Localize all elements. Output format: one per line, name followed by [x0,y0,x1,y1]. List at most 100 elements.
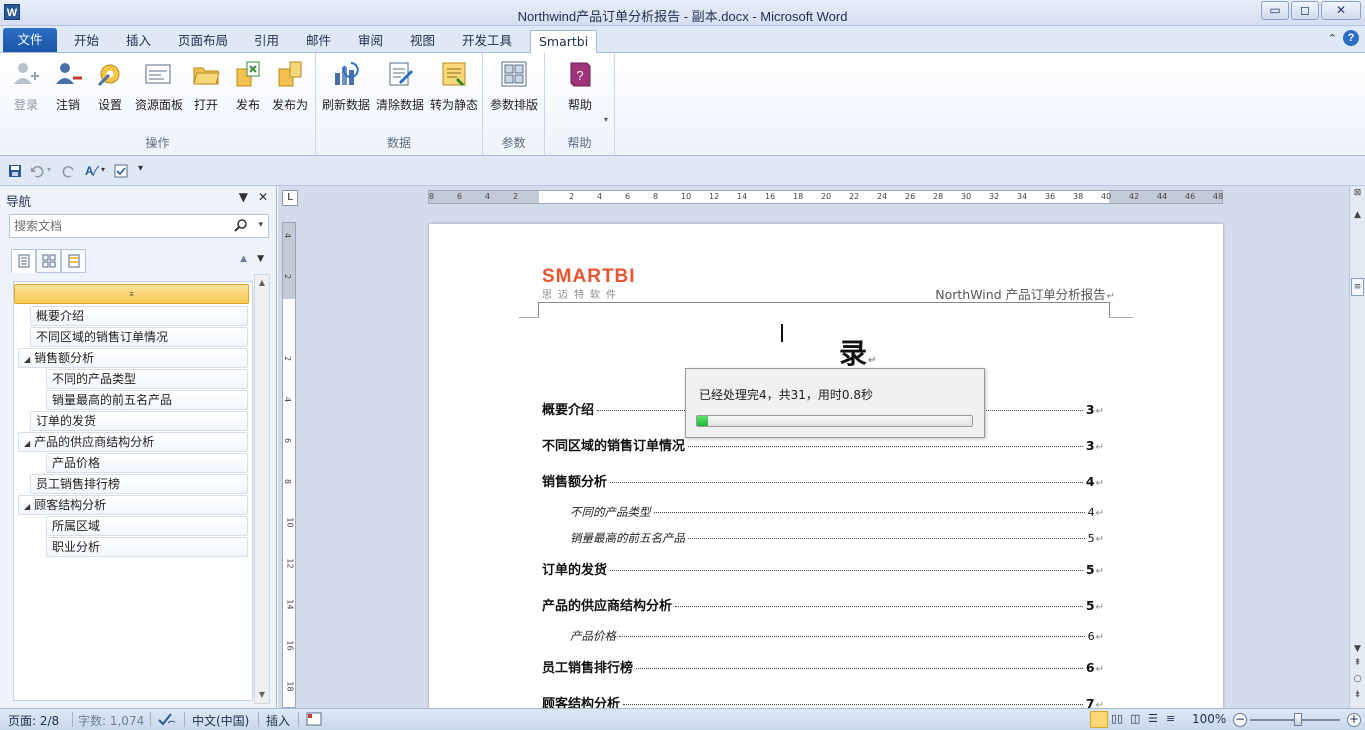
nav-heading-item[interactable]: 订单的发货 [30,411,248,431]
ruler-toggle-icon[interactable]: ⊠ [1351,188,1364,198]
word-count[interactable]: 字数: 1,074 [78,712,144,729]
close-button[interactable]: ✕ [1321,1,1361,20]
tab-file[interactable]: 文件 [3,28,57,52]
toc-entry[interactable]: 产品的供应商结构分析 5 ↵ [542,595,1104,614]
proofing-icon[interactable] [158,712,176,727]
scroll-up-icon[interactable]: ▲ [1351,210,1364,220]
nav-scrollbar[interactable]: ▲ ▼ [254,274,270,704]
draft-view-icon[interactable]: ≡ [1166,712,1175,725]
text-style-icon[interactable]: A [84,164,100,178]
scroll-up-icon[interactable]: ▲ [255,275,269,291]
tab-references[interactable]: 引用 [246,30,287,53]
web-layout-icon[interactable]: ◫ [1130,712,1140,725]
minimize-ribbon-icon[interactable]: ⌃ [1328,32,1337,45]
full-screen-reading-icon[interactable]: ▯▯ [1111,712,1123,725]
scroll-down-icon[interactable]: ▼ [255,687,269,703]
zoom-slider-thumb[interactable] [1294,713,1302,726]
publish-button[interactable]: 发布 [226,57,270,113]
nav-heading-item[interactable]: ◢ 产品的供应商结构分析 [18,432,248,452]
tab-mailings[interactable]: 邮件 [298,30,339,53]
undo-icon[interactable] [30,164,44,178]
undo-dropdown-icon[interactable]: ▾ [47,165,51,174]
insert-mode[interactable]: 插入 [266,712,290,729]
vertical-ruler[interactable]: 4 2 2 4 6 8 10 12 14 16 18 [282,222,296,708]
nav-heading-item[interactable]: 不同的产品类型 [46,369,248,389]
collapse-all-icon[interactable]: ⌅ [14,284,249,304]
toc-entry[interactable]: 销量最高的前五名产品 5 ↵ [570,530,1104,546]
tab-selector[interactable]: L [282,190,298,206]
redo-icon[interactable] [62,164,76,178]
open-button[interactable]: 打开 [184,57,228,113]
publish-as-button[interactable]: 发布为 [268,57,312,113]
tab-review[interactable]: 审阅 [350,30,391,53]
search-options-icon[interactable]: ▾ [258,220,263,230]
group-expand-icon[interactable]: ▾ [604,115,608,124]
scroll-down-icon[interactable]: ▼ [1351,644,1364,654]
macro-record-icon[interactable] [306,712,322,726]
toc-entry[interactable]: 产品价格 6 ↵ [570,628,1104,644]
tab-smartbi[interactable]: Smartbi [530,30,598,53]
zoom-out-button[interactable]: − [1233,713,1247,727]
search-icon[interactable] [234,218,248,232]
zoom-level[interactable]: 100% [1192,712,1226,726]
resource-panel-button[interactable]: 资源面板 [135,57,183,113]
nav-heading-item[interactable]: 职业分析 [46,537,248,557]
expand-toggle-icon[interactable]: ◢ [24,502,30,511]
outline-view-icon[interactable]: ☰ [1148,712,1158,725]
tab-developer[interactable]: 开发工具 [454,30,520,53]
next-heading-icon[interactable]: ▼ [257,254,264,264]
customize-icon[interactable]: ▾ [138,163,143,174]
search-document-input[interactable] [10,215,230,237]
settings-button[interactable]: 设置 [88,57,132,113]
print-layout-view-icon[interactable] [1090,711,1108,728]
restore-button[interactable]: ◻ [1291,1,1319,20]
nav-heading-item[interactable]: ◢ 顾客结构分析 [18,495,248,515]
logout-button[interactable]: 注销 [46,57,90,113]
nav-heading-item[interactable]: 产品价格 [46,453,248,473]
toc-entry[interactable]: 订单的发货 5 ↵ [542,559,1104,578]
save-icon[interactable] [8,164,22,178]
checkbox-icon[interactable] [114,164,128,178]
help-button[interactable]: ? 帮助 [558,57,602,113]
refresh-data-button[interactable]: 刷新数据 [320,57,372,113]
tab-insert[interactable]: 插入 [118,30,159,53]
browse-object-icon[interactable]: ○ [1351,674,1364,684]
nav-heading-item[interactable]: 销量最高的前五名产品 [46,390,248,410]
minimize-button[interactable]: ▭ [1261,1,1289,20]
nav-heading-item[interactable]: 概要介绍 [30,306,248,326]
text-style-dropdown-icon[interactable]: ▾ [101,165,105,174]
toc-entry[interactable]: 销售额分析 4 ↵ [542,471,1104,490]
document-scrollbar[interactable]: ⊠ ▲ ≡ ▼ ⇞ ○ ⇟ [1349,186,1365,708]
horizontal-ruler[interactable]: 8 6 4 2 2 4 6 8 10 12 14 16 18 20 22 24 26 28 30 32 34 36 38 40… [428,190,1223,204]
tab-page-layout[interactable]: 页面布局 [170,30,236,53]
nav-heading-item[interactable]: 不同区域的销售订单情况 [30,327,248,347]
previous-page-icon[interactable]: ⇞ [1351,658,1364,668]
toc-entry[interactable]: 员工销售排行榜 6 ↵ [542,657,1104,676]
toc-entry[interactable]: 不同的产品类型 4 ↵ [570,504,1104,520]
nav-close-icon[interactable]: ✕ [258,190,268,204]
language-indicator[interactable]: 中文(中国) [192,712,249,729]
document-page[interactable]: SMARTBI 思迈特软件 NorthWind 产品订单分析报告↵ 录↵ 概要介… [429,224,1223,714]
login-button[interactable]: 登录 [4,57,48,113]
nav-heading-item[interactable]: 员工销售排行榜 [30,474,248,494]
tab-browse-results[interactable] [61,249,86,273]
nav-heading-item[interactable]: 所属区域 [46,516,248,536]
page-indicator[interactable]: 页面: 2/8 [8,712,59,729]
next-page-icon[interactable]: ⇟ [1351,690,1364,700]
help-icon[interactable]: ? [1343,30,1359,46]
tab-browse-headings[interactable] [11,249,36,273]
nav-options-icon[interactable]: ▼ [239,190,248,204]
expand-toggle-icon[interactable]: ◢ [24,439,30,448]
previous-heading-icon[interactable]: ▲ [240,254,247,264]
tab-view[interactable]: 视图 [402,30,443,53]
clear-data-button[interactable]: 清除数据 [374,57,426,113]
nav-heading-item[interactable]: ◢ 销售额分析 [18,348,248,368]
tab-home[interactable]: 开始 [66,30,107,53]
zoom-in-button[interactable]: + [1347,713,1361,727]
expand-toggle-icon[interactable]: ◢ [24,355,30,364]
tab-browse-pages[interactable] [36,249,61,273]
to-static-button[interactable]: 转为静态 [428,57,480,113]
param-layout-button[interactable]: 参数排版 [488,57,540,113]
scroll-thumb[interactable]: ≡ [1351,278,1364,296]
toc-title: 录↵ [839,332,876,372]
